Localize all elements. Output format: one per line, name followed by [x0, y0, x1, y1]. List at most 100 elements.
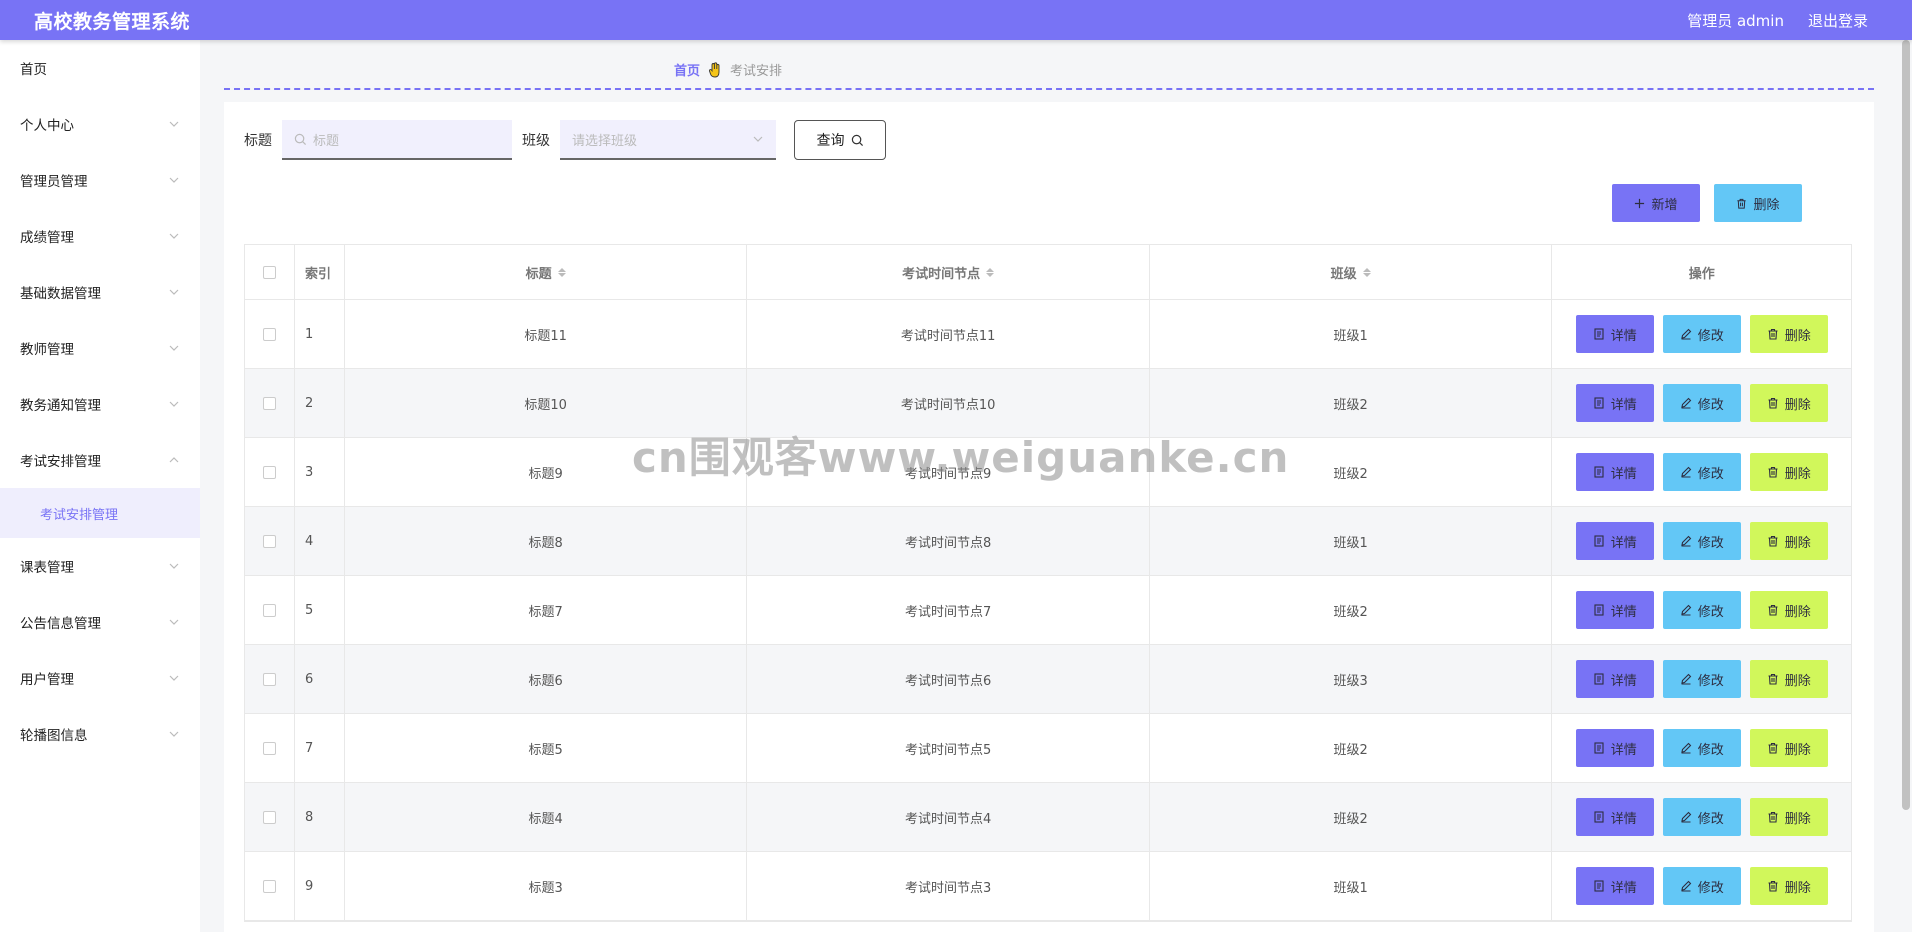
batch-delete-button-label: 删除 [1753, 197, 1780, 213]
query-button[interactable]: 查询 [794, 120, 886, 160]
sidebar-item-carousel[interactable]: 轮播图信息 [0, 706, 200, 762]
breadcrumb-home[interactable]: 首页 [674, 60, 700, 79]
trash-icon [1768, 397, 1778, 409]
detail-button[interactable]: 详情 [1575, 867, 1654, 905]
delete-button[interactable]: 删除 [1749, 453, 1828, 491]
edit-button[interactable]: 修改 [1662, 591, 1741, 629]
row-checkbox[interactable] [262, 396, 276, 410]
delete-button[interactable]: 删除 [1749, 867, 1828, 905]
delete-button-label: 删除 [1784, 673, 1811, 689]
row-index: 8 [295, 783, 345, 851]
edit-button-label: 修改 [1697, 742, 1724, 758]
edit-button-label: 修改 [1697, 535, 1724, 551]
detail-button-label: 详情 [1610, 742, 1637, 758]
submenu-item-exam-schedule[interactable]: 考试安排管理 [0, 488, 200, 538]
chevron-down-icon [168, 118, 180, 130]
sidebar-item-basic-data[interactable]: 基础数据管理 [0, 264, 200, 320]
row-checkbox-cell [245, 300, 295, 368]
edit-icon [1680, 742, 1691, 754]
main-content: 首页 考试安排 标题 标题 班级 请选择班级 查询 新增 删除 索引 标题 考试… [224, 40, 1874, 932]
row-checkbox[interactable] [262, 465, 276, 479]
sidebar-item-label: 教师管理 [20, 342, 74, 358]
row-checkbox[interactable] [262, 603, 276, 617]
row-checkbox[interactable] [262, 672, 276, 686]
header-class[interactable]: 班级 [1150, 245, 1553, 299]
sidebar-item-timetable[interactable]: 课表管理 [0, 538, 200, 594]
row-class: 班级3 [1150, 645, 1553, 713]
select-all-checkbox[interactable] [262, 265, 276, 279]
scrollbar[interactable] [1902, 40, 1910, 810]
delete-button[interactable]: 删除 [1749, 315, 1828, 353]
detail-button[interactable]: 详情 [1575, 660, 1654, 698]
row-checkbox[interactable] [262, 741, 276, 755]
detail-button-label: 详情 [1610, 604, 1637, 620]
detail-button[interactable]: 详情 [1575, 798, 1654, 836]
content-card: 标题 标题 班级 请选择班级 查询 新增 删除 索引 标题 考试时间节点 班级 … [224, 102, 1874, 932]
row-checkbox[interactable] [262, 879, 276, 893]
row-checkbox[interactable] [262, 327, 276, 341]
sidebar-item-label: 用户管理 [20, 672, 74, 688]
sidebar-item-admin-management[interactable]: 管理员管理 [0, 152, 200, 208]
detail-button-label: 详情 [1610, 880, 1637, 896]
edit-button[interactable]: 修改 [1662, 522, 1741, 560]
row-checkbox[interactable] [262, 810, 276, 824]
sidebar: 首页 个人中心 管理员管理 成绩管理 基础数据管理 教师管理 教务通知管理 考试… [0, 40, 200, 932]
edit-button[interactable]: 修改 [1662, 867, 1741, 905]
header-time[interactable]: 考试时间节点 [747, 245, 1150, 299]
delete-button[interactable]: 删除 [1749, 798, 1828, 836]
delete-button[interactable]: 删除 [1749, 522, 1828, 560]
chevron-up-icon [168, 454, 180, 466]
edit-button[interactable]: 修改 [1662, 453, 1741, 491]
edit-button[interactable]: 修改 [1662, 315, 1741, 353]
sidebar-item-announcement[interactable]: 公告信息管理 [0, 594, 200, 650]
sidebar-item-personal-center[interactable]: 个人中心 [0, 96, 200, 152]
edit-button[interactable]: 修改 [1662, 798, 1741, 836]
sidebar-item-notice-management[interactable]: 教务通知管理 [0, 376, 200, 432]
trash-icon [1768, 811, 1778, 823]
sort-icon[interactable] [986, 267, 995, 277]
row-checkbox[interactable] [262, 534, 276, 548]
row-ops: 详情 修改 删除 [1552, 852, 1851, 920]
sort-icon[interactable] [557, 267, 566, 277]
sidebar-item-home[interactable]: 首页 [0, 40, 200, 96]
logout-link[interactable]: 退出登录 [1808, 10, 1868, 31]
row-index: 1 [295, 300, 345, 368]
delete-button[interactable]: 删除 [1749, 729, 1828, 767]
chevron-down-icon [168, 616, 180, 628]
sidebar-item-exam-schedule[interactable]: 考试安排管理 [0, 432, 200, 488]
batch-delete-button[interactable]: 删除 [1714, 184, 1802, 222]
edit-button[interactable]: 修改 [1662, 660, 1741, 698]
delete-button[interactable]: 删除 [1749, 591, 1828, 629]
edit-button[interactable]: 修改 [1662, 729, 1741, 767]
detail-button[interactable]: 详情 [1575, 522, 1654, 560]
sidebar-item-user-management[interactable]: 用户管理 [0, 650, 200, 706]
delete-button[interactable]: 删除 [1749, 660, 1828, 698]
detail-button[interactable]: 详情 [1575, 384, 1654, 422]
detail-button[interactable]: 详情 [1575, 315, 1654, 353]
sidebar-item-teacher-management[interactable]: 教师管理 [0, 320, 200, 376]
chevron-down-icon [168, 286, 180, 298]
add-button[interactable]: 新增 [1612, 184, 1700, 222]
class-select[interactable]: 请选择班级 [560, 120, 776, 160]
dashed-divider [224, 88, 1874, 90]
edit-button-label: 修改 [1697, 880, 1724, 896]
action-bar: 新增 删除 [1612, 184, 1802, 222]
chevron-down-icon [168, 174, 180, 186]
title-search-input[interactable]: 标题 [282, 120, 512, 160]
edit-button[interactable]: 修改 [1662, 384, 1741, 422]
sidebar-item-grade-management[interactable]: 成绩管理 [0, 208, 200, 264]
detail-button[interactable]: 详情 [1575, 729, 1654, 767]
sidebar-item-label: 首页 [20, 62, 47, 78]
row-index: 7 [295, 714, 345, 782]
sort-icon[interactable] [1362, 267, 1371, 277]
row-ops: 详情 修改 删除 [1552, 438, 1851, 506]
delete-button[interactable]: 删除 [1749, 384, 1828, 422]
header-title[interactable]: 标题 [345, 245, 748, 299]
row-title: 标题4 [345, 783, 748, 851]
row-title: 标题10 [345, 369, 748, 437]
table-row: 6 标题6 考试时间节点6 班级3 详情 修改 删除 [245, 645, 1851, 714]
detail-button[interactable]: 详情 [1575, 591, 1654, 629]
detail-button[interactable]: 详情 [1575, 453, 1654, 491]
row-time: 考试时间节点11 [747, 300, 1150, 368]
row-class: 班级2 [1150, 783, 1553, 851]
